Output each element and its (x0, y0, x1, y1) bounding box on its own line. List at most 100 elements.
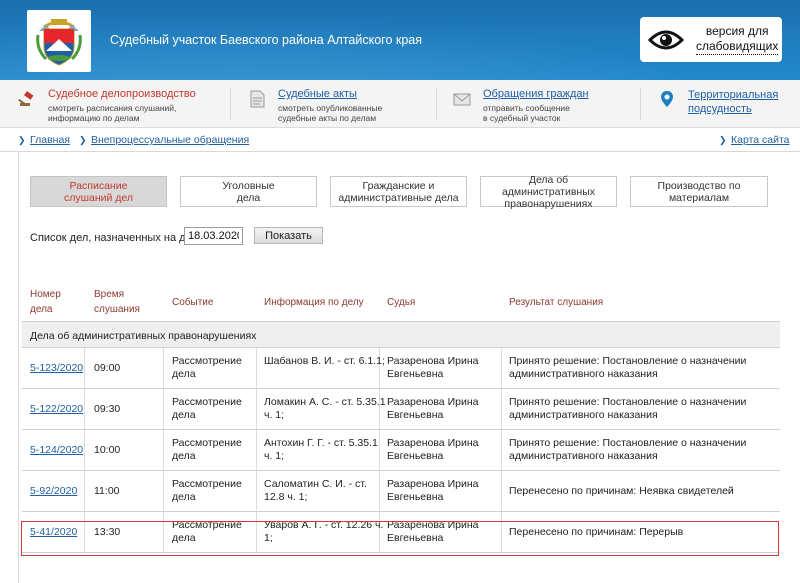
event-text: Рассмотрение (172, 437, 242, 449)
case-number-link[interactable]: 5-122/2020 (30, 403, 83, 416)
show-button[interactable]: Показать (254, 227, 323, 244)
envelope-icon (453, 93, 471, 106)
tab-label: Уголовные (222, 179, 275, 192)
table-row: 5-41/2020 13:30 Рассмотрение дела Уваров … (22, 512, 780, 553)
divider (436, 88, 437, 120)
service-subtitle: отправить сообщение (483, 103, 570, 113)
service-subtitle: судебные акты по делам (278, 113, 377, 123)
tab-label: правонарушениях (504, 197, 593, 210)
vision-label-line1: версия для (705, 24, 769, 38)
hearing-result: Принято решение: Постановление о назначе… (509, 437, 747, 449)
service-subtitle: информацию по делам (48, 113, 140, 123)
column-header-info: Информация по делу (264, 297, 364, 308)
case-info: ч. 1; (264, 409, 285, 421)
case-info: 1; (264, 532, 273, 544)
column-header-case: дела (30, 304, 53, 315)
judge-name: Евгеньевна (387, 409, 444, 421)
service-subtitle: смотреть расписания слушаний, (48, 103, 177, 113)
gavel-icon (18, 91, 34, 106)
case-info: Ломакин А. С. - ст. 5.35.1 (264, 396, 386, 408)
judge-name: Разаренова Ирина (387, 396, 479, 408)
column-header-time: Время (94, 289, 125, 300)
case-number-link[interactable]: 5-123/2020 (30, 362, 83, 375)
case-info: Саломатин С. И. - ст. (264, 478, 367, 490)
judge-name: Разаренова Ирина (387, 437, 479, 449)
service-title[interactable]: Обращения граждан (483, 88, 589, 100)
tab-criminal-cases[interactable]: Уголовные дела (180, 176, 317, 207)
case-info: ч. 1; (264, 450, 285, 462)
services-bar: Судебное делопроизводство смотреть распи… (0, 80, 800, 128)
case-number-link[interactable]: 5-124/2020 (30, 444, 83, 457)
hearing-result: Перенесено по причинам: Неявка свидетеле… (509, 485, 734, 497)
hearing-result: административного наказания (509, 409, 658, 421)
table-row: 5-92/2020 11:00 Рассмотрение дела Саломат… (22, 471, 780, 512)
column-header-result: Результат слушания (509, 297, 604, 308)
tab-label: материалам (668, 191, 730, 204)
case-number-link[interactable]: 5-41/2020 (30, 526, 77, 539)
service-title[interactable]: Территориальная (688, 89, 778, 101)
hearing-result: Перенесено по причинам: Перерыв (509, 526, 684, 538)
event-text: Рассмотрение (172, 478, 242, 490)
tab-label: слушаний дел (63, 191, 134, 204)
breadcrumb-home-link[interactable]: Главная (30, 134, 70, 146)
date-input[interactable] (184, 227, 243, 245)
tab-label: Расписание (69, 179, 128, 192)
event-text: дела (172, 532, 196, 544)
tab-label: дела (236, 191, 261, 204)
coat-of-arms-icon (36, 19, 82, 66)
table-header: Номер дела Время слушания Событие Информац… (22, 280, 780, 321)
coat-of-arms-logo[interactable] (27, 10, 91, 72)
judge-name: Разаренова Ирина (387, 519, 479, 531)
breadcrumb: ❯ Главная ❯ Внепроцессуальные обращения … (0, 128, 800, 152)
divider (640, 88, 641, 120)
chevron-right-icon: ❯ (719, 135, 727, 145)
eye-icon (648, 30, 684, 49)
hearing-result: Принято решение: Постановление о назначе… (509, 355, 747, 367)
tab-administrative-offenses[interactable]: Дела об административных правонарушениях (480, 173, 617, 210)
service-title[interactable]: подсудность (688, 103, 752, 115)
service-subtitle: смотреть опубликованные (278, 103, 383, 113)
hearing-time: 10:00 (94, 444, 121, 456)
service-title[interactable]: Судебное делопроизводство (48, 88, 196, 100)
hearing-result: административного наказания (509, 368, 658, 380)
tab-label: Гражданские и (362, 179, 435, 192)
hearing-time: 13:30 (94, 526, 121, 538)
tab-civil-administrative-cases[interactable]: Гражданские и административные дела (330, 176, 467, 207)
site-header: Судебный участок Баевского района Алтайс… (0, 0, 800, 80)
service-title[interactable]: Судебные акты (278, 88, 357, 100)
chevron-right-icon: ❯ (79, 135, 87, 145)
tab-hearing-schedule[interactable]: Расписание слушаний дел (30, 176, 167, 207)
service-subtitle: в судебный участок (483, 113, 561, 123)
document-icon (250, 90, 265, 108)
breadcrumb-appeals-link[interactable]: Внепроцессуальные обращения (91, 134, 249, 146)
tab-label: административные дела (338, 191, 459, 204)
column-header-time: слушания (94, 304, 140, 315)
case-info: Шабанов В. И. - ст. 6.1.1; (264, 355, 385, 367)
hearings-table: Номер дела Время слушания Событие Информац… (22, 280, 780, 553)
low-vision-version-button[interactable]: версия для слабовидящих (640, 17, 782, 62)
table-row: 5-122/2020 09:30 Рассмотрение дела Ломаки… (22, 389, 780, 430)
date-filter-label: Список дел, назначенных на дату (30, 232, 203, 244)
sitemap-link[interactable]: Карта сайта (731, 134, 790, 146)
event-text: дела (172, 491, 196, 503)
judge-name: Евгеньевна (387, 368, 444, 380)
column-header-event: Событие (172, 297, 214, 308)
case-number-link[interactable]: 5-92/2020 (30, 485, 77, 498)
group-label: Дела об административных правонарушениях (30, 330, 257, 342)
table-row: 5-124/2020 10:00 Рассмотрение дела Антохи… (22, 430, 780, 471)
tab-label: Дела об административных (501, 173, 596, 198)
event-text: Рассмотрение (172, 396, 242, 408)
hearing-result: Принято решение: Постановление о назначе… (509, 396, 747, 408)
tab-label: Производство по (657, 179, 741, 192)
judge-name: Евгеньевна (387, 491, 444, 503)
case-info: Уваров А. Г. - ст. 12.26 ч. (264, 519, 384, 531)
judge-name: Разаренова Ирина (387, 355, 479, 367)
hearing-result: административного наказания (509, 450, 658, 462)
column-header-case: Номер (30, 289, 61, 300)
event-text: Рассмотрение (172, 519, 242, 531)
tab-materials-proceedings[interactable]: Производство по материалам (630, 176, 768, 207)
event-text: дела (172, 368, 196, 380)
chevron-right-icon: ❯ (18, 135, 26, 145)
column-header-judge: Судья (387, 297, 416, 308)
site-title: Судебный участок Баевского района Алтайс… (110, 33, 423, 47)
